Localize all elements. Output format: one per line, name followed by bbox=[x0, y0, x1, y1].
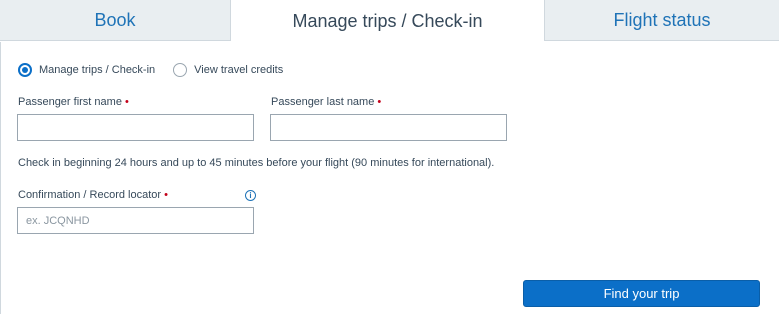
required-marker: • bbox=[164, 189, 168, 201]
first-name-label-text: Passenger first name bbox=[18, 96, 122, 108]
required-marker: • bbox=[124, 96, 129, 108]
trip-type-radio-group: Manage trips / Check-in View travel cred… bbox=[18, 63, 283, 77]
tab-manage-trips[interactable]: Manage trips / Check-in bbox=[231, 0, 544, 42]
required-marker: • bbox=[377, 96, 382, 108]
last-name-label-text: Passenger last name bbox=[271, 96, 375, 108]
tab-book[interactable]: Book bbox=[0, 0, 231, 41]
radio-manage-trips[interactable]: Manage trips / Check-in bbox=[18, 63, 155, 77]
radio-view-travel-credits[interactable]: View travel credits bbox=[173, 63, 283, 77]
first-name-input[interactable] bbox=[17, 114, 254, 141]
record-locator-label: Confirmation / Record locator • bbox=[18, 189, 168, 201]
tab-flight-status[interactable]: Flight status bbox=[544, 0, 779, 41]
find-your-trip-button[interactable]: Find your trip bbox=[523, 280, 760, 307]
radio-button-checked[interactable] bbox=[18, 63, 32, 77]
first-name-label: Passenger first name • bbox=[18, 96, 129, 108]
last-name-input[interactable] bbox=[270, 114, 507, 141]
radio-button-unchecked[interactable] bbox=[173, 63, 188, 77]
radio-manage-trips-label: Manage trips / Check-in bbox=[39, 64, 156, 76]
tab-bar: Book Manage trips / Check-in Flight stat… bbox=[0, 0, 779, 42]
record-locator-input[interactable] bbox=[17, 207, 254, 234]
check-in-note: Check in beginning 24 hours and up to 45… bbox=[18, 157, 495, 169]
record-locator-label-text: Confirmation / Record locator bbox=[18, 189, 162, 201]
info-icon[interactable]: i bbox=[245, 190, 256, 201]
radio-view-travel-credits-label: View travel credits bbox=[194, 64, 284, 76]
last-name-label: Passenger last name • bbox=[271, 96, 381, 108]
panel-border bbox=[0, 42, 1, 314]
